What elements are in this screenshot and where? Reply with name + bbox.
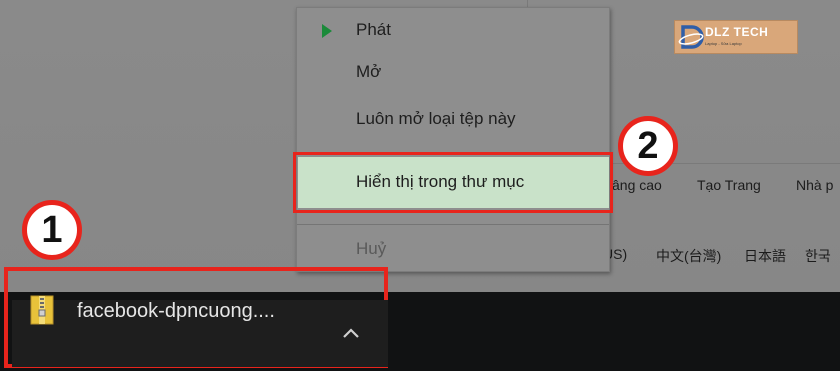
logo-brand-text: DLZ TECH xyxy=(705,25,769,39)
annotation-highlight-box xyxy=(293,152,613,213)
dlz-tech-logo: DLZ TECH Laptop - Sửa Laptop xyxy=(674,20,798,54)
menu-item-open[interactable]: Mở xyxy=(297,54,609,90)
dlz-logo-icon xyxy=(678,25,704,49)
menu-item-cancel: Huỷ xyxy=(297,231,609,267)
step-badge-2: 2 xyxy=(618,116,678,176)
menu-separator xyxy=(297,224,609,225)
menu-item-always-open[interactable]: Luôn mở loại tệp này xyxy=(297,101,609,137)
language-link-japanese[interactable]: 日本語 xyxy=(744,246,786,266)
footer-link-advanced[interactable]: âng cao xyxy=(612,177,662,193)
menu-item-label: Mở xyxy=(356,62,382,81)
menu-item-label: Luôn mở loại tệp này xyxy=(356,109,516,128)
language-link-chinese-tw[interactable]: 中文(台灣) xyxy=(656,246,721,266)
menu-item-play[interactable]: Phát xyxy=(297,12,609,48)
download-file-name[interactable]: facebook-dpncuong.... xyxy=(77,300,275,323)
language-link-korean[interactable]: 한국 xyxy=(805,246,831,266)
footer-link-create-page[interactable]: Tạo Trang xyxy=(697,177,761,193)
download-context-menu: Phát Mở Luôn mở loại tệp này Huỷ xyxy=(296,7,610,272)
menu-item-label: Huỷ xyxy=(356,239,387,258)
menu-item-label: Phát xyxy=(356,20,391,39)
play-icon xyxy=(322,24,332,38)
zip-file-icon xyxy=(30,295,54,325)
step-badge-1: 1 xyxy=(22,200,82,260)
chevron-up-icon[interactable] xyxy=(342,327,360,339)
logo-tagline: Laptop - Sửa Laptop xyxy=(705,41,742,46)
footer-link-business[interactable]: Nhà p xyxy=(796,177,833,193)
